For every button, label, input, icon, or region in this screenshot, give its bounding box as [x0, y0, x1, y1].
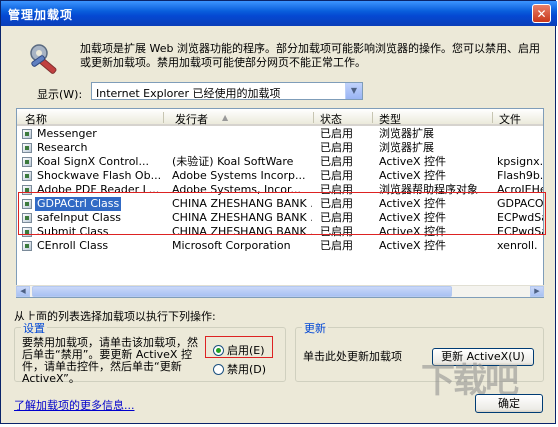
cell-name: Shockwave Flash Ob... — [37, 169, 162, 182]
column-header-status[interactable]: 状态 — [320, 111, 342, 127]
update-text: 单击此处更新加载项 — [303, 350, 402, 363]
cell-type: ActiveX 控件 — [379, 169, 447, 182]
cell-name: Koal SignX Control... — [37, 155, 149, 168]
show-dropdown-value: Internet Explorer 已经使用的加载项 — [96, 87, 281, 100]
sort-ascending-icon: ▲ — [222, 113, 229, 122]
description-text: 加载项是扩展 Web 浏览器功能的程序。部分加载项可能影响浏览器的操作。您可以禁… — [80, 42, 540, 69]
addons-gear-icon — [30, 44, 57, 74]
horizontal-scrollbar[interactable]: ◀ ▶ — [16, 285, 544, 297]
close-button[interactable]: ✕ — [532, 4, 551, 23]
cell-name: Research — [37, 141, 88, 154]
cell-name: CEnroll Class — [37, 239, 109, 252]
column-header-name[interactable]: 名称 — [25, 111, 47, 127]
show-label: 显示(W): — [37, 88, 83, 101]
learn-more-link[interactable]: 了解加载项的更多信息... — [14, 397, 135, 413]
cell-status: 已启用 — [320, 127, 353, 140]
cell-file: Flash9b. — [497, 169, 544, 182]
table-row[interactable]: Koal SignX Control... (未验证) Koal SoftWare… — [17, 155, 543, 169]
highlight-box-rows — [18, 192, 546, 235]
table-row[interactable]: Messenger 已启用 浏览器扩展 — [17, 127, 543, 141]
addon-icon — [22, 157, 32, 167]
disable-label: 禁用(D) — [227, 363, 267, 376]
scroll-left-icon[interactable]: ◀ — [16, 286, 30, 297]
table-row[interactable]: Research 已启用 浏览器扩展 — [17, 141, 543, 155]
cell-type: 浏览器扩展 — [379, 127, 434, 140]
update-group-title: 更新 — [302, 320, 328, 336]
addon-icon — [22, 143, 32, 153]
column-header-publisher[interactable]: 发行者 — [175, 111, 208, 127]
chevron-down-icon[interactable]: ▼ — [345, 83, 362, 99]
disable-radio[interactable]: 禁用(D) — [213, 361, 266, 377]
title-bar[interactable]: 管理加载项 ✕ — [1, 1, 557, 26]
cell-file: xenroll. — [497, 239, 538, 252]
cell-publisher: Microsoft Corporation — [172, 239, 291, 252]
addon-icon — [22, 171, 32, 181]
cell-type: 浏览器扩展 — [379, 141, 434, 154]
cell-file: kpsignx. — [497, 155, 544, 168]
settings-text: 要禁用加载项，请单击该加载项，然后单击“禁用”。要更新 ActiveX 控件，请… — [22, 336, 198, 385]
scroll-thumb[interactable] — [32, 286, 452, 297]
highlight-box-enable — [205, 336, 273, 358]
window-title: 管理加载项 — [8, 8, 74, 22]
ok-button[interactable]: 确定 — [475, 394, 543, 413]
addon-icon — [22, 129, 32, 139]
cell-publisher: Adobe Systems Incorp... — [172, 169, 306, 182]
cell-type: ActiveX 控件 — [379, 239, 447, 252]
cell-name: Messenger — [37, 127, 97, 140]
settings-group-title: 设置 — [21, 320, 47, 336]
column-header-type[interactable]: 类型 — [379, 111, 401, 127]
addon-icon — [22, 241, 32, 251]
cell-status: 已启用 — [320, 155, 353, 168]
cell-type: ActiveX 控件 — [379, 155, 447, 168]
manage-addons-window: 管理加载项 ✕ 加载项是扩展 Web 浏览器功能的程序。部分加载项可能影响浏览器… — [0, 0, 557, 424]
radio-unselected-icon[interactable] — [213, 364, 224, 375]
cell-status: 已启用 — [320, 239, 353, 252]
scroll-right-icon[interactable]: ▶ — [530, 286, 544, 297]
show-dropdown[interactable]: Internet Explorer 已经使用的加载项 ▼ — [91, 82, 363, 100]
column-header-file[interactable]: 文件 — [499, 111, 521, 127]
table-row[interactable]: Shockwave Flash Ob... Adobe Systems Incor… — [17, 169, 543, 183]
cell-status: 已启用 — [320, 141, 353, 154]
cell-status: 已启用 — [320, 169, 353, 182]
table-row[interactable]: CEnroll Class Microsoft Corporation 已启用 Act… — [17, 239, 543, 253]
list-header: 名称 发行者 ▲ 状态 类型 文件 — [17, 109, 543, 126]
cell-publisher: (未验证) Koal SoftWare — [172, 155, 294, 168]
